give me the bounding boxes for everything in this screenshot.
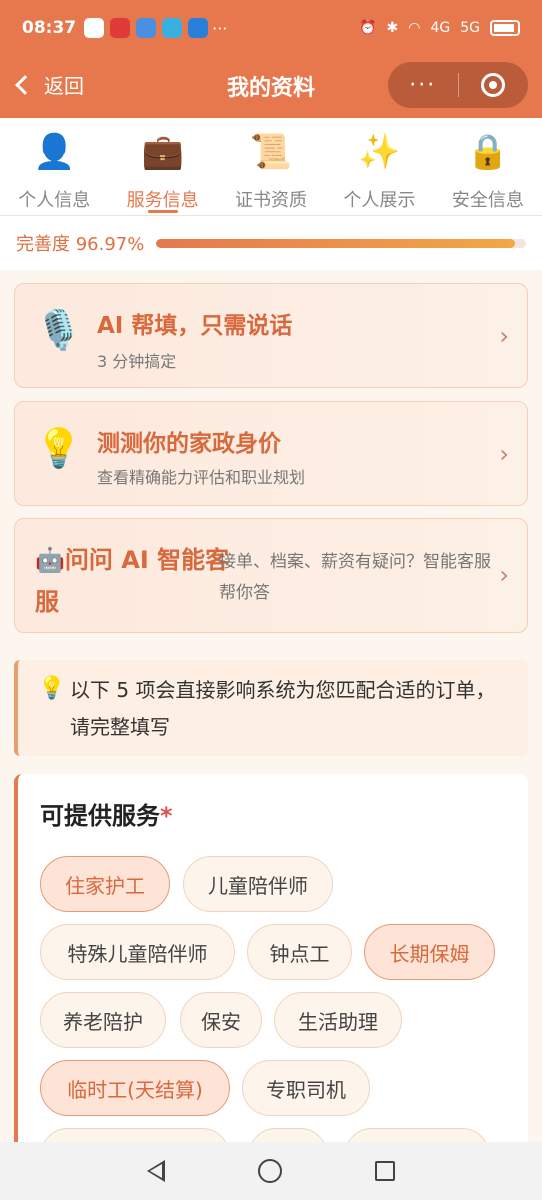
service-chip[interactable]: 保安 [180, 992, 262, 1048]
progress-fill [156, 238, 515, 248]
tab-label: 个人展示 [343, 190, 416, 211]
bluetooth-icon: ✱ [386, 20, 399, 36]
status-bar: 08:37 ··· ⏰ ✱ ◠ 4G 5G [0, 0, 542, 56]
alarm-icon: ⏰ [359, 20, 377, 36]
lock-icon: 🔒 [466, 132, 509, 172]
service-chip[interactable]: 长期保姆 [364, 924, 495, 980]
tab-label: 安全信息 [451, 190, 524, 211]
ai-service-title: 🤖问问 AI 智能客服 [35, 539, 235, 623]
tab-certificates[interactable]: 📜 证书资质 [217, 118, 325, 215]
briefcase-icon: 💼 [141, 132, 184, 172]
title-bar: 返回 我的资料 ··· [0, 56, 542, 118]
tab-label: 证书资质 [235, 190, 308, 211]
notice-text: 以下 5 项会直接影响系统为您匹配合适的订单，请完整填写 [70, 678, 496, 739]
top-bar: 08:37 ··· ⏰ ✱ ◠ 4G 5G 返回 我的资料 ··· [0, 0, 542, 118]
miniprogram-capsule: ··· [388, 62, 528, 108]
tab-personal-info[interactable]: 👤 个人信息 [0, 118, 108, 215]
value-test-subtitle: 查看精确能力评估和职业规划 [97, 468, 306, 487]
value-test-card[interactable]: 💡 测测你的家政身价 查看精确能力评估和职业规划 › [14, 401, 528, 506]
signal-5g: 5G [460, 20, 480, 36]
notice-banner: 💡 以下 5 项会直接影响系统为您匹配合适的订单，请完整填写 [14, 660, 528, 756]
signal-4g: 4G [430, 20, 451, 36]
chevron-right-icon: › [499, 322, 509, 350]
tab-security-info[interactable]: 🔒 安全信息 [434, 118, 542, 215]
ai-service-title-text: 问问 AI 智能客服 [35, 546, 230, 616]
nav-back-icon[interactable] [146, 1160, 165, 1182]
lightbulb-icon: 💡 [35, 426, 83, 470]
required-mark: * [160, 802, 173, 830]
scroll-icon: 📜 [249, 132, 293, 172]
nav-home-icon[interactable] [257, 1159, 282, 1183]
chevron-right-icon: › [499, 440, 509, 468]
service-chip[interactable]: 住家护工 [40, 856, 170, 912]
ai-fill-subtitle: 3 分钟搞定 [97, 352, 177, 371]
service-chip[interactable]: 养老陪护 [40, 992, 166, 1048]
services-section: 可提供服务* 住家护工 儿童陪伴师 特殊儿童陪伴师 钟点工 长期保姆 养老陪护 … [14, 774, 528, 1184]
microphone-icon: 🎙️ [35, 308, 83, 352]
wifi-icon: ◠ [408, 20, 421, 36]
sparkles-icon: ✨ [358, 132, 401, 172]
tab-bar: 👤 个人信息 💼 服务信息 📜 证书资质 ✨ 个人展示 🔒 安全信息 [0, 118, 542, 216]
app-notification-icon [162, 18, 183, 38]
service-chip[interactable]: 儿童陪伴师 [183, 856, 333, 912]
progress-track [156, 238, 526, 248]
app-notification-icon [110, 18, 131, 38]
completion-label: 完善度 96.97% [16, 234, 145, 255]
service-chip[interactable]: 生活助理 [274, 992, 402, 1048]
status-right: ⏰ ✱ ◠ 4G 5G [359, 20, 520, 36]
status-time: 08:37 [22, 18, 77, 38]
nav-recent-icon[interactable] [375, 1161, 396, 1181]
service-chip[interactable]: 临时工(天结算) [40, 1060, 230, 1116]
target-icon [481, 73, 506, 97]
robot-icon: 🤖 [35, 546, 65, 574]
tab-personal-showcase[interactable]: ✨ 个人展示 [325, 118, 433, 215]
ai-service-card[interactable]: 🤖问问 AI 智能客服 接单、档案、薪资有疑问？智能客服帮你答 › [14, 518, 528, 633]
app-notification-icon [84, 18, 105, 38]
service-chip[interactable]: 钟点工 [247, 924, 352, 980]
ai-fill-title: AI 帮填，只需说话 [97, 313, 293, 339]
battery-icon [490, 20, 520, 36]
more-button[interactable]: ··· [388, 73, 458, 98]
app-notification-icon [188, 18, 209, 38]
person-icon: 👤 [33, 132, 76, 172]
system-nav-bar [0, 1142, 542, 1200]
notification-icons [84, 18, 209, 38]
service-chip[interactable]: 专职司机 [242, 1060, 370, 1116]
app-notification-icon [136, 18, 157, 38]
value-test-title: 测测你的家政身价 [97, 431, 281, 457]
completion-progress: 完善度 96.97% [0, 216, 542, 270]
tab-label: 个人信息 [18, 190, 91, 211]
tab-service-info[interactable]: 💼 服务信息 [108, 118, 216, 215]
ai-service-subtitle: 接单、档案、薪资有疑问？智能客服帮你答 [219, 552, 491, 603]
ai-fill-card[interactable]: 🎙️ AI 帮填，只需说话 3 分钟搞定 › [14, 283, 528, 388]
services-title-text: 可提供服务 [40, 802, 160, 830]
services-title: 可提供服务* [40, 796, 173, 831]
close-miniprogram-button[interactable] [459, 73, 529, 97]
status-more: ··· [212, 18, 228, 38]
tab-label: 服务信息 [126, 190, 199, 211]
lightbulb-icon: 💡 [38, 676, 66, 701]
service-chip[interactable]: 特殊儿童陪伴师 [40, 924, 235, 980]
chevron-right-icon: › [499, 561, 509, 589]
